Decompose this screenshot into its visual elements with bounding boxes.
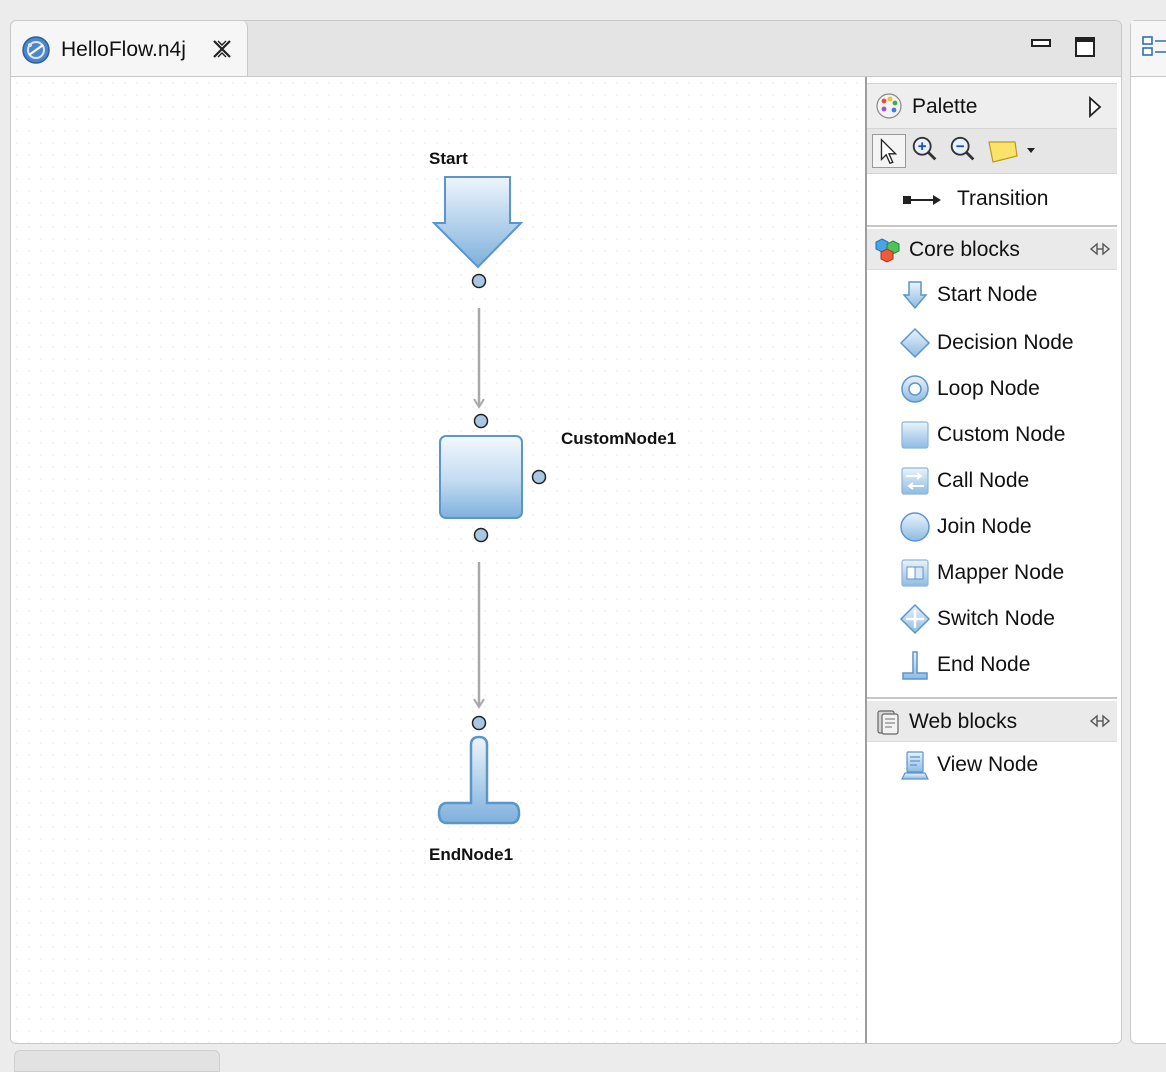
bottom-panel-tab[interactable] [14, 1050, 220, 1072]
diagram-canvas[interactable]: Start CustomNode1 EndNode1 [11, 77, 864, 1043]
editor-tab-bar: HelloFlow.n4j [11, 21, 1121, 77]
start-node-icon [902, 281, 928, 310]
editor-tab-helloflow[interactable]: HelloFlow.n4j [11, 21, 248, 76]
end-node-port[interactable] [471, 715, 487, 731]
end-node[interactable]: EndNode1 [429, 715, 521, 865]
maximize-icon[interactable] [1073, 35, 1097, 59]
drawer-web-blocks-title: Web blocks [909, 710, 1018, 733]
outline-tab[interactable] [1131, 21, 1166, 77]
palette-title: Palette [912, 95, 978, 118]
palette-item-loop-node[interactable]: Loop Node [867, 367, 1117, 411]
palette-item-end-node[interactable]: End Node [867, 643, 1117, 687]
custom-node-port-top[interactable] [473, 413, 489, 429]
drawer-core-blocks-title: Core blocks [909, 238, 1020, 261]
start-node-label: Start [429, 149, 468, 168]
custom-node-port-right[interactable] [531, 469, 547, 485]
core-blocks-icon [875, 238, 900, 263]
call-node-icon [901, 467, 929, 495]
palette-item-custom-node[interactable]: Custom Node [867, 413, 1117, 457]
palette-panel: Palette Transition Core blocks Start Nod… [865, 77, 1121, 1043]
transition-label: Transition [957, 187, 1049, 210]
decision-node-icon [899, 327, 931, 359]
pin-icon[interactable] [1089, 713, 1111, 729]
palette-item-start-node[interactable]: Start Node [867, 273, 1117, 317]
select-tool[interactable] [872, 134, 906, 168]
palette-icon [876, 93, 902, 119]
flow-editor: HelloFlow.n4j Start CustomNode1 EndNode1… [10, 20, 1122, 1044]
flow-file-icon [22, 36, 50, 64]
drawer-web-blocks[interactable]: Web blocks [867, 701, 1117, 742]
start-node-port[interactable] [471, 273, 487, 289]
expand-palette-icon[interactable] [1087, 96, 1103, 118]
outline-icon [1142, 36, 1166, 56]
pin-icon[interactable] [1089, 241, 1111, 257]
transition-icon [903, 195, 941, 205]
end-node-label: EndNode1 [429, 845, 513, 864]
tab-title: HelloFlow.n4j [61, 38, 186, 61]
web-blocks-icon [877, 710, 899, 735]
join-node-icon [900, 512, 930, 542]
palette-item-transition[interactable]: Transition [867, 175, 1117, 227]
select-tool-icon [880, 138, 898, 165]
mapper-node-icon [901, 559, 929, 587]
palette-item-join-node[interactable]: Join Node [867, 505, 1117, 549]
note-icon [988, 141, 1035, 163]
start-node[interactable]: Start [429, 149, 524, 289]
diagram-svg: Start CustomNode1 EndNode1 [429, 149, 676, 865]
view-node-icon [901, 751, 929, 780]
custom-node-label: CustomNode1 [561, 429, 676, 448]
side-view-stub [1130, 20, 1166, 1044]
minimize-icon[interactable] [1029, 35, 1053, 59]
custom-node-icon [901, 421, 929, 449]
custom-node[interactable]: CustomNode1 [439, 413, 676, 543]
palette-item-call-node[interactable]: Call Node [867, 459, 1117, 503]
custom-node-port-bottom[interactable] [473, 527, 489, 543]
palette-item-view-node[interactable]: View Node [867, 743, 1117, 787]
end-node-icon [902, 651, 928, 680]
palette-header[interactable]: Palette [867, 83, 1117, 129]
switch-node-icon [899, 603, 931, 635]
loop-node-icon [901, 375, 929, 403]
drawer-separator [867, 697, 1117, 699]
close-icon[interactable] [211, 38, 233, 60]
palette-item-decision-node[interactable]: Decision Node [867, 321, 1117, 365]
zoom-out-icon [950, 136, 975, 161]
note-tool[interactable] [987, 134, 1043, 168]
palette-item-switch-node[interactable]: Switch Node [867, 597, 1117, 641]
zoom-in-tool[interactable] [909, 134, 943, 168]
palette-toolbar [867, 129, 1117, 174]
zoom-in-icon [912, 136, 937, 161]
palette-item-mapper-node[interactable]: Mapper Node [867, 551, 1117, 595]
drawer-core-blocks[interactable]: Core blocks [867, 229, 1117, 270]
zoom-out-tool[interactable] [947, 134, 981, 168]
